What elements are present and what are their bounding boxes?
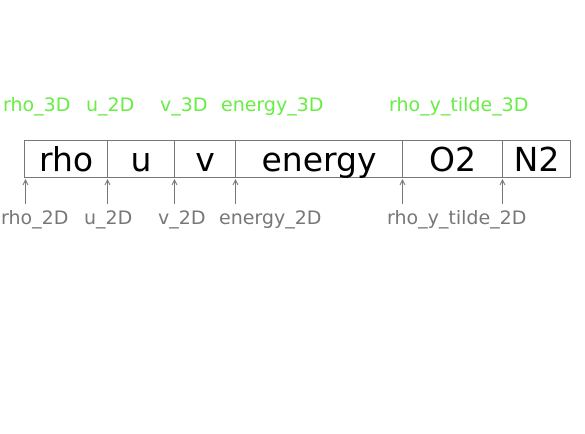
arrow-n2 (499, 178, 506, 204)
label-v-2d: v_2D (158, 207, 206, 229)
arrow-energy-2d (232, 178, 239, 204)
arrow-rho-2d (22, 178, 29, 204)
memory-layout-diagram: rho_3D u_2D v_3D energy_3D rho_y_tilde_3… (0, 0, 585, 434)
arrow-rho-y-tilde-2d (399, 178, 406, 204)
label-rho-y-tilde-2d: rho_y_tilde_2D (387, 207, 527, 229)
arrow-u-2d (104, 178, 111, 204)
label-rho-2d: rho_2D (1, 207, 69, 229)
label-u-2d-bottom: u_2D (84, 207, 133, 229)
label-energy-2d: energy_2D (219, 207, 322, 229)
arrow-v-2d (171, 178, 178, 204)
